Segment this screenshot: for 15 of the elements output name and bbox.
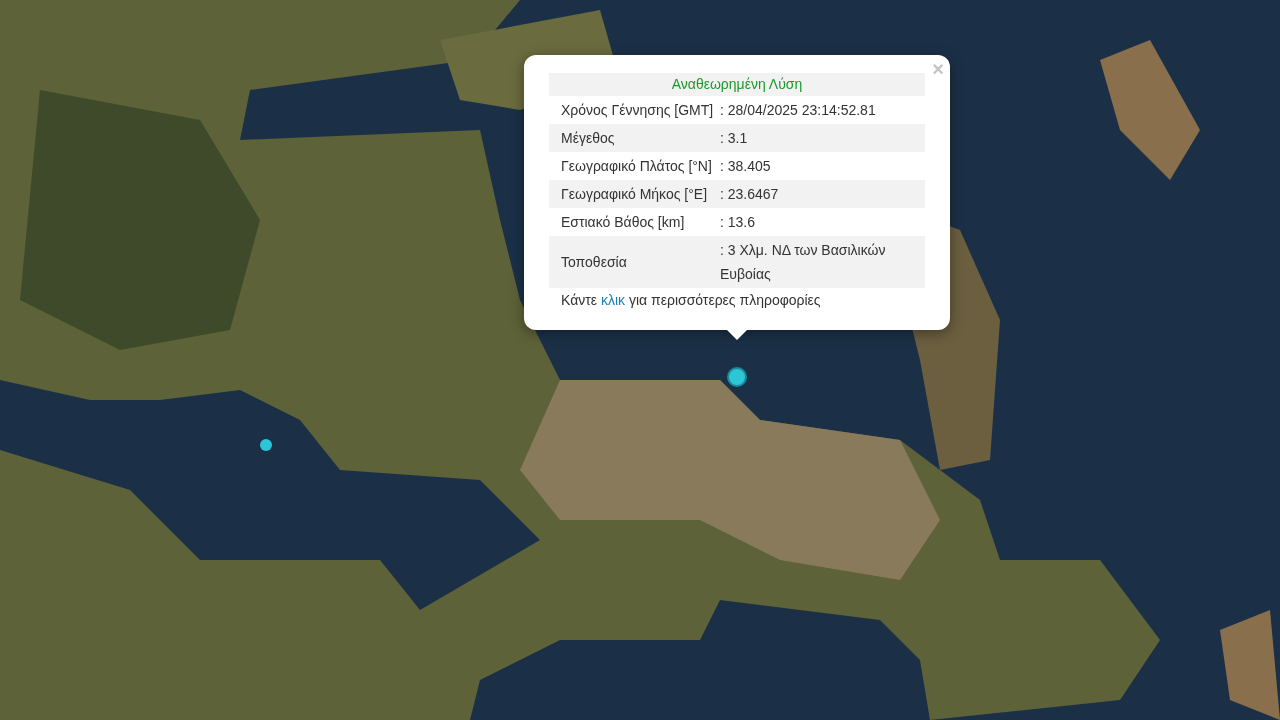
field-value: : 3 Χλμ. ΝΔ των Βασιλικών Ευβοίας [720,242,886,282]
field-value: : 3.1 [720,130,748,146]
field-value: : 28/04/2025 23:14:52.81 [720,102,876,118]
field-label: Τοποθεσία [561,254,627,270]
more-info-text: Κάντε κλικ για περισσότερες πληροφορίες [560,291,822,310]
field-label: Γεωγραφικό Πλάτος [°N] [561,158,712,174]
popup-title: Αναθεωρημένη Λύση [671,75,803,94]
field-value: : 38.405 [720,158,771,174]
field-label: Χρόνος Γέννησης [GMT] [561,102,714,118]
field-label: Μέγεθος [561,130,615,146]
field-value: : 13.6 [720,214,756,230]
field-label: Γεωγραφικό Μήκος [°E] [561,186,708,202]
more-info-link[interactable]: κλικ [600,292,626,308]
field-label: Εστιακό Βάθος [km] [561,214,685,230]
field-value: : 23.6467 [720,186,779,202]
